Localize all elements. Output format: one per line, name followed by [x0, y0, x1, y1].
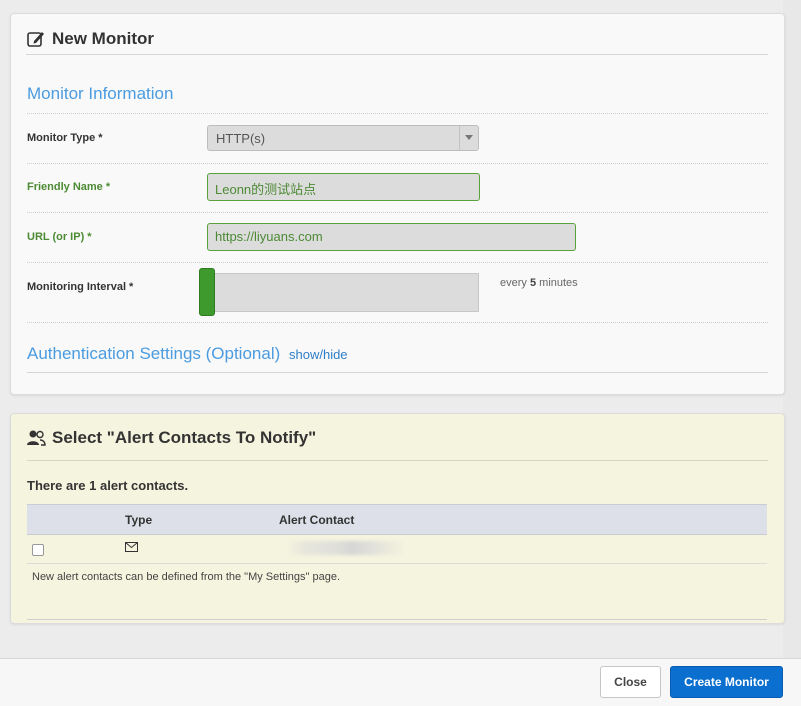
- divider: [27, 372, 768, 373]
- url-label: URL (or IP) *: [27, 231, 92, 243]
- monitor-type-label: Monitor Type *: [27, 132, 103, 144]
- friendly-name-label: Friendly Name *: [27, 181, 111, 193]
- alerts-panel-title: Select "Alert Contacts To Notify": [26, 423, 768, 453]
- interval-value: 5: [529, 277, 537, 289]
- new-monitor-panel: New Monitor Monitor Information Monitor …: [10, 13, 785, 395]
- section-authentication-settings: Authentication Settings (Optional) show/…: [27, 344, 348, 364]
- create-monitor-button[interactable]: Create Monitor: [670, 666, 783, 698]
- monitoring-interval-label: Monitoring Interval *: [27, 281, 134, 293]
- auth-heading-text: Authentication Settings (Optional): [27, 344, 281, 363]
- auth-show-hide-link[interactable]: show/hide: [289, 347, 348, 362]
- divider: [27, 322, 768, 323]
- monitor-type-select[interactable]: HTTP(s): [207, 125, 479, 151]
- interval-suffix: minutes: [539, 277, 578, 289]
- interval-slider-track[interactable]: [207, 273, 479, 312]
- monitor-type-value: HTTP(s): [216, 131, 266, 146]
- interval-prefix: every: [500, 277, 527, 289]
- alert-contact-value: [286, 541, 406, 555]
- column-header-type: Type: [125, 513, 153, 527]
- divider: [27, 460, 768, 461]
- panel-title: New Monitor: [26, 24, 768, 55]
- chevron-down-icon: [459, 126, 478, 150]
- alert-contacts-note: New alert contacts can be defined from t…: [32, 571, 341, 583]
- table-row: [27, 534, 767, 564]
- close-button[interactable]: Close: [600, 666, 661, 698]
- divider: [27, 113, 768, 114]
- friendly-name-input[interactable]: Leonn的测试站点: [207, 173, 480, 201]
- contacts-table-header: Type Alert Contact: [27, 504, 767, 535]
- divider: [27, 619, 767, 620]
- modal-footer: Close Create Monitor: [0, 658, 801, 706]
- alerts-title-text: Select "Alert Contacts To Notify": [52, 428, 317, 447]
- envelope-icon: [125, 542, 138, 552]
- users-icon: [27, 430, 46, 446]
- interval-slider-handle[interactable]: [199, 268, 215, 316]
- window-edge: [783, 0, 801, 705]
- alert-contacts-panel: Select "Alert Contacts To Notify" There …: [10, 413, 785, 624]
- divider: [27, 262, 768, 263]
- section-monitor-information: Monitor Information: [27, 84, 174, 103]
- panel-title-text: New Monitor: [52, 29, 154, 48]
- interval-readout: every 5 minutes: [500, 277, 578, 289]
- contact-checkbox[interactable]: [32, 544, 44, 556]
- column-header-alert-contact: Alert Contact: [279, 513, 355, 527]
- url-input[interactable]: https://liyuans.com: [207, 223, 576, 251]
- edit-icon: [27, 32, 44, 47]
- alert-contacts-count: There are 1 alert contacts.: [27, 478, 189, 493]
- divider: [27, 163, 768, 164]
- divider: [27, 212, 768, 213]
